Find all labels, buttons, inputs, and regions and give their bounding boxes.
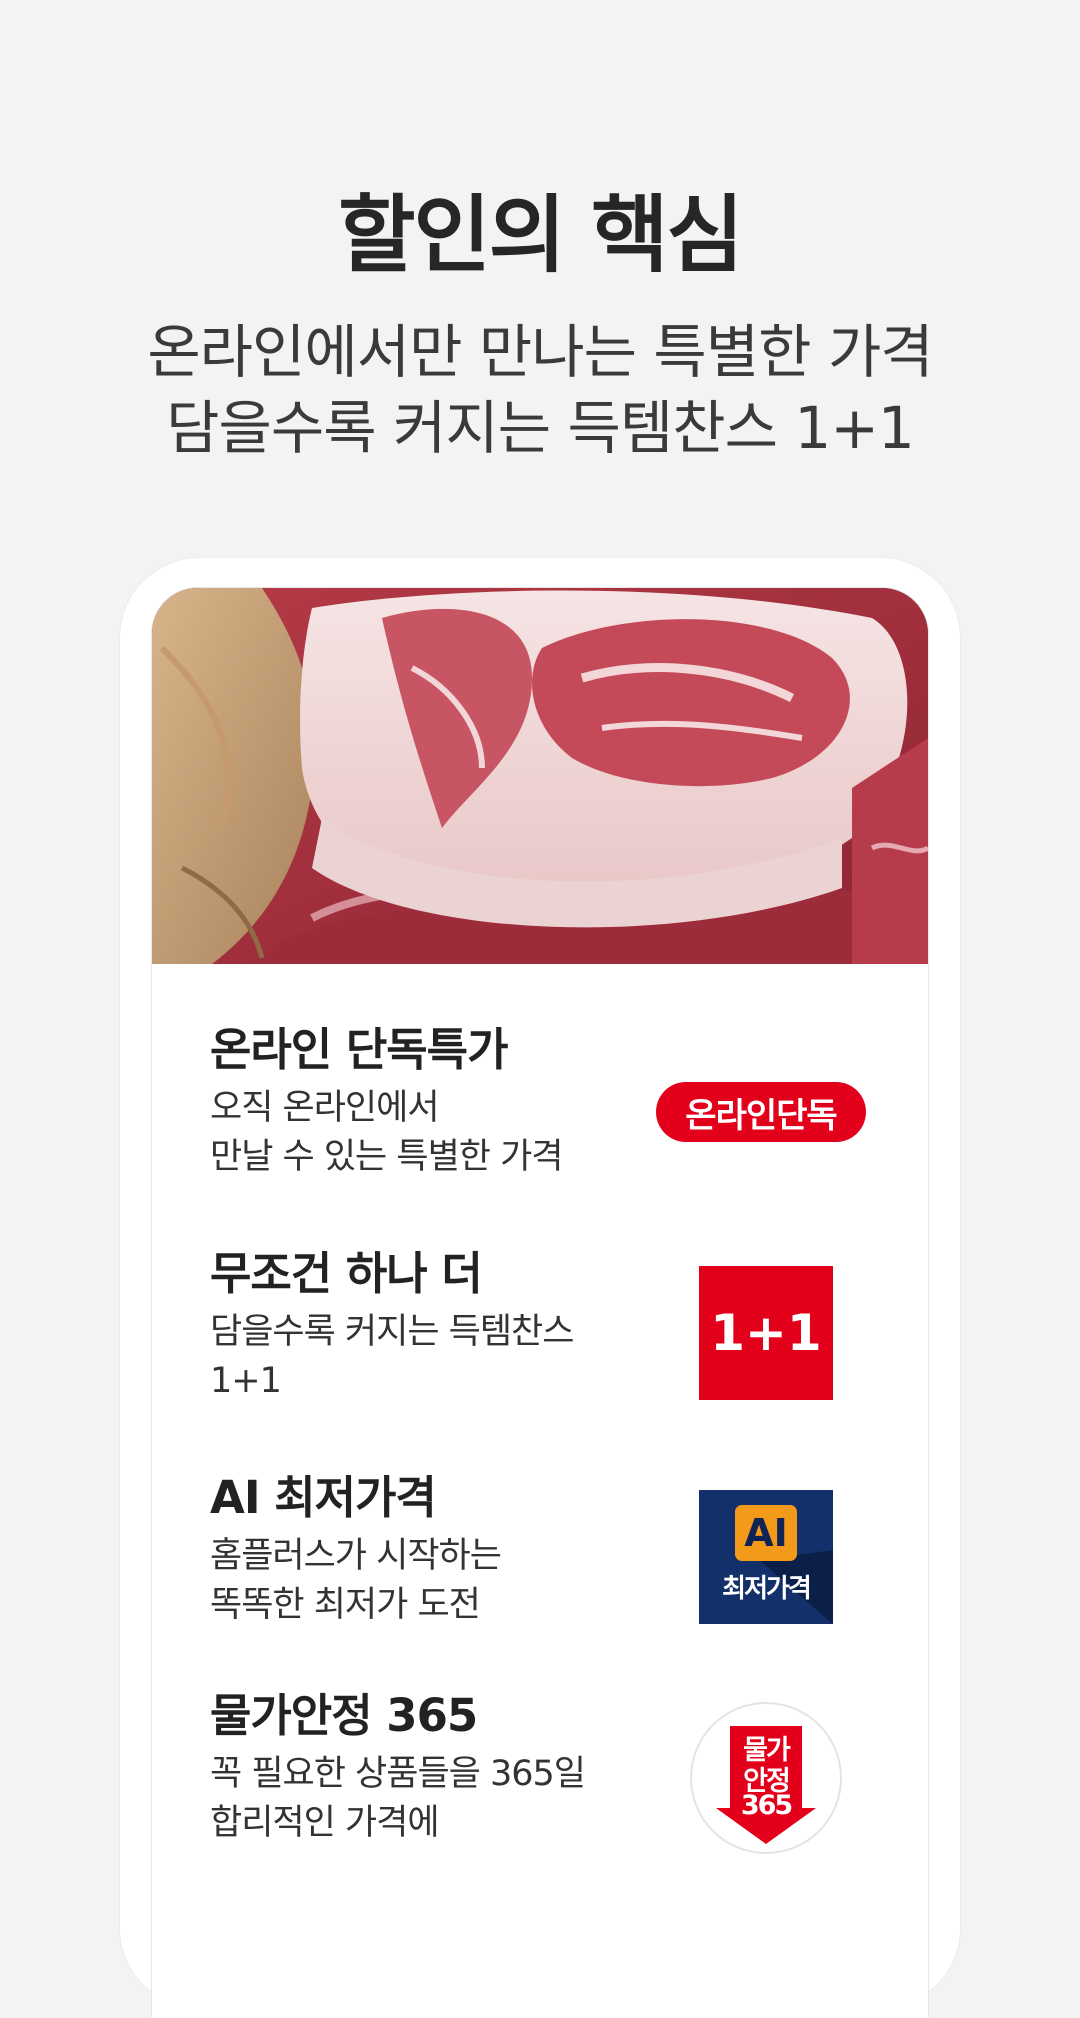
- hero-meat-image: [152, 588, 928, 964]
- page-subline: 온라인에서만 만나는 특별한 가격 담을수록 커지는 득템찬스 1+1: [0, 314, 1080, 466]
- feature-title: 온라인 단독특가: [210, 1023, 508, 1076]
- phone-screen: 온라인 단독특가 오직 온라인에서 만날 수 있는 특별한 가격 온라인단독 무…: [152, 588, 928, 2018]
- subline-line-2: 담을수록 커지는 득템찬스 1+1: [166, 394, 915, 462]
- price-stable-365-badge: 물가 안정 365: [692, 1704, 840, 1852]
- one-plus-one-badge: 1+1: [699, 1266, 833, 1400]
- page-headline: 할인의 핵심: [338, 186, 744, 284]
- online-exclusive-badge: 온라인단독: [656, 1082, 866, 1142]
- ai-lowest-price-badge: AI 최저가격: [699, 1490, 833, 1624]
- ai-badge-box: AI: [735, 1505, 797, 1561]
- subline-line-1: 온라인에서만 만나는 특별한 가격: [147, 318, 933, 386]
- ai-badge-label: 최저가격: [722, 1574, 812, 1604]
- phone-mockup: 온라인 단독특가 오직 온라인에서 만날 수 있는 특별한 가격 온라인단독 무…: [120, 558, 960, 2018]
- badge-365-line-3: 365: [740, 1790, 793, 1821]
